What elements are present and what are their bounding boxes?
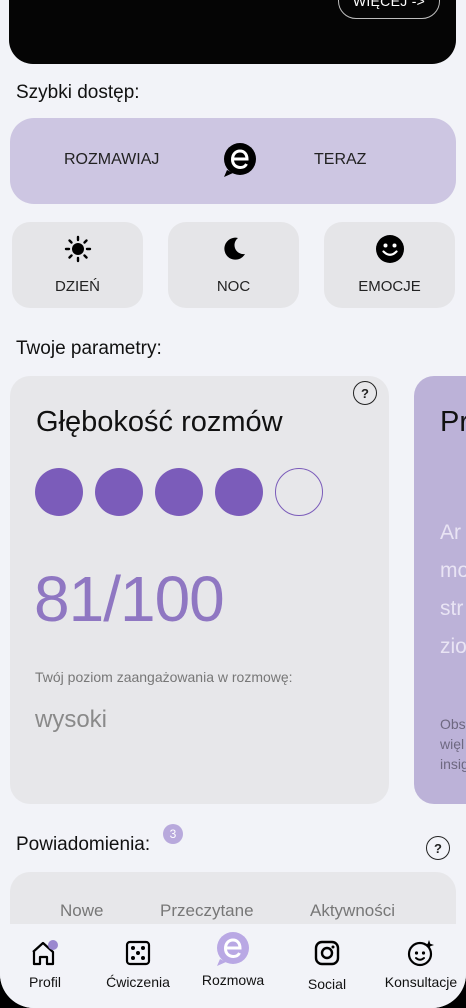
nav-conversation[interactable]: Rozmowa xyxy=(196,924,270,1008)
conversation-depth-card[interactable]: ? Głębokość rozmów 81/100 Twój poziom za… xyxy=(10,376,389,804)
depth-dot-filled xyxy=(215,468,263,516)
header-card: WIĘCEJ -> xyxy=(9,0,456,64)
more-button[interactable]: WIĘCEJ -> xyxy=(338,0,440,19)
instagram-icon xyxy=(314,940,340,966)
tab-activity[interactable]: Aktywności xyxy=(310,901,395,921)
quick-access-title: Szybki dostęp: xyxy=(16,82,140,103)
next-card-body: Ar mo str zio xyxy=(440,521,466,658)
nav-consultations-label: Konsultacje xyxy=(384,974,458,990)
depth-dot-filled xyxy=(155,468,203,516)
talk-left-label: ROZMAWIAJ xyxy=(64,151,160,168)
nav-exercises[interactable]: Ćwiczenia xyxy=(98,924,178,1008)
bottom-nav: Profil Ćwiczenia Rozmowa Social Konsulta… xyxy=(0,924,466,1008)
sparkle-face-icon xyxy=(407,940,434,967)
emotions-button[interactable]: EMOCJE xyxy=(324,222,455,308)
e-logo-icon xyxy=(224,143,256,177)
night-label: NOC xyxy=(216,278,251,295)
nav-conversation-label: Rozmowa xyxy=(201,972,265,988)
app-screen: WIĘCEJ -> Szybki dostęp: ROZMAWIAJ TERAZ… xyxy=(0,0,466,1008)
day-label: DZIEŃ xyxy=(55,278,100,295)
e-logo-icon xyxy=(217,932,249,966)
talk-now-button[interactable]: ROZMAWIAJ TERAZ xyxy=(10,118,456,204)
smiley-icon xyxy=(375,235,404,263)
home-icon xyxy=(32,940,58,966)
help-icon[interactable]: ? xyxy=(426,836,450,860)
card-title: Głębokość rozmów xyxy=(36,406,283,438)
night-button[interactable]: NOC xyxy=(168,222,299,308)
moon-icon xyxy=(223,237,245,260)
tab-new[interactable]: Nowe xyxy=(60,901,103,921)
next-card-title: Pr xyxy=(440,406,466,438)
level-label: Twój poziom zaangażowania w rozmowę: xyxy=(35,669,293,685)
parameters-title: Twoje parametry: xyxy=(16,338,162,359)
nav-social[interactable]: Social xyxy=(298,924,356,1008)
nav-profile-label: Profil xyxy=(29,974,61,990)
level-value: wysoki xyxy=(35,706,108,733)
dice-icon xyxy=(125,940,151,966)
sun-icon xyxy=(64,235,91,263)
tab-read[interactable]: Przeczytane xyxy=(160,901,254,921)
day-button[interactable]: DZIEŃ xyxy=(12,222,143,308)
talk-right-label: TERAZ xyxy=(314,151,367,168)
depth-dot-filled xyxy=(95,468,143,516)
nav-profile[interactable]: Profil xyxy=(14,924,76,1008)
depth-dot-empty xyxy=(275,468,323,516)
next-parameter-card[interactable]: Pr Ar mo str zio Obs więl insig xyxy=(414,376,466,804)
notifications-title: Powiadomienia: xyxy=(16,834,151,855)
help-icon[interactable]: ? xyxy=(353,381,377,405)
emotions-label: EMOCJE xyxy=(358,278,421,295)
nav-social-label: Social xyxy=(307,976,347,992)
score-value: 81/100 xyxy=(34,563,225,635)
notifications-count-badge: 3 xyxy=(163,824,183,844)
depth-dots xyxy=(35,468,323,516)
depth-dot-filled xyxy=(35,468,83,516)
nav-consultations[interactable]: Konsultacje xyxy=(380,924,462,1008)
next-card-footer: Obs więl insig xyxy=(440,716,466,772)
nav-exercises-label: Ćwiczenia xyxy=(106,974,170,990)
